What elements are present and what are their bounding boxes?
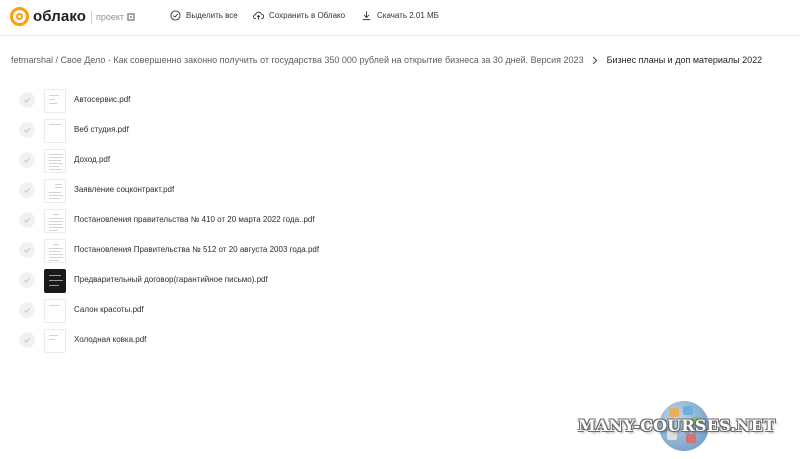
check-icon — [23, 277, 31, 283]
file-name: Предварительный договор(гарантийное пись… — [74, 275, 268, 284]
file-row[interactable]: Веб студия.pdf — [0, 115, 800, 145]
file-name: Веб студия.pdf — [74, 125, 129, 134]
logo-text: облако — [33, 8, 86, 25]
logo[interactable]: облако — [10, 7, 86, 26]
chevron-right-icon — [592, 56, 598, 64]
file-row[interactable]: Доход.pdf — [0, 145, 800, 175]
download-label: Скачать 2.01 МБ — [377, 11, 439, 20]
file-name: Заявление соцконтракт.pdf — [74, 185, 175, 194]
row-checkbox[interactable] — [19, 302, 35, 318]
file-name: Постановления Правительства № 512 от 20 … — [74, 245, 320, 254]
row-checkbox[interactable] — [19, 92, 35, 108]
file-name: Салон красоты.pdf — [74, 305, 144, 314]
row-checkbox[interactable] — [19, 332, 35, 348]
project-badge-icon — [127, 13, 136, 21]
pdf-thumbnail — [44, 299, 66, 323]
pdf-thumbnail — [44, 179, 66, 203]
download-icon — [362, 11, 371, 21]
file-row[interactable]: Салон красоты.pdf — [0, 295, 800, 325]
check-icon — [23, 307, 31, 313]
breadcrumb: fetmarshal / Свое Дело - Как совершенно … — [11, 53, 791, 67]
row-checkbox[interactable] — [19, 272, 35, 288]
row-checkbox[interactable] — [19, 182, 35, 198]
row-checkbox[interactable] — [19, 212, 35, 228]
file-row[interactable]: Постановления правительства № 410 от 20 … — [0, 205, 800, 235]
breadcrumb-current: Бизнес планы и доп материалы 2022 — [606, 55, 763, 65]
row-checkbox[interactable] — [19, 152, 35, 168]
check-icon — [23, 127, 31, 133]
row-checkbox[interactable] — [19, 122, 35, 138]
at-logo-icon — [10, 7, 29, 26]
check-icon — [23, 247, 31, 253]
breadcrumb-path-link[interactable]: fetmarshal / Свое Дело - Как совершенно … — [11, 55, 584, 65]
check-icon — [23, 157, 31, 163]
check-icon — [23, 337, 31, 343]
header-divider — [91, 11, 92, 24]
save-to-cloud-label: Сохранить в Облако — [269, 11, 346, 20]
pdf-thumbnail — [44, 329, 66, 353]
file-row[interactable]: Предварительный договор(гарантийное пись… — [0, 265, 800, 295]
pdf-thumbnail — [44, 269, 66, 293]
file-row[interactable]: Заявление соцконтракт.pdf — [0, 175, 800, 205]
pdf-thumbnail — [44, 89, 66, 113]
pdf-thumbnail — [44, 209, 66, 233]
watermark-text: MANY-COURSES.NET — [578, 416, 776, 435]
pdf-thumbnail — [44, 239, 66, 263]
file-name: Автосервис.pdf — [74, 95, 131, 104]
check-circle-icon — [170, 10, 181, 21]
file-name: Доход.pdf — [74, 155, 111, 164]
download-button[interactable]: Скачать 2.01 МБ — [361, 10, 439, 21]
file-row[interactable]: Постановления Правительства № 512 от 20 … — [0, 235, 800, 265]
row-checkbox[interactable] — [19, 242, 35, 258]
select-all-label: Выделить все — [186, 11, 238, 20]
check-icon — [23, 97, 31, 103]
cloud-upload-icon — [253, 11, 264, 20]
file-name: Постановления правительства № 410 от 20 … — [74, 215, 315, 224]
pdf-thumbnail — [44, 149, 66, 173]
file-name: Холодная ковка.pdf — [74, 335, 147, 344]
save-to-cloud-button[interactable]: Сохранить в Облако — [253, 10, 345, 21]
select-all-button[interactable]: Выделить все — [170, 10, 238, 21]
pdf-thumbnail — [44, 119, 66, 143]
project-label-text: проект — [96, 12, 125, 22]
file-row[interactable]: Холодная ковка.pdf — [0, 325, 800, 355]
check-icon — [23, 187, 31, 193]
file-row[interactable]: Автосервис.pdf — [0, 85, 800, 115]
check-icon — [23, 217, 31, 223]
project-label: проект — [96, 12, 136, 22]
top-bar: облако проект Выделить все Сохранить в О… — [0, 0, 800, 36]
